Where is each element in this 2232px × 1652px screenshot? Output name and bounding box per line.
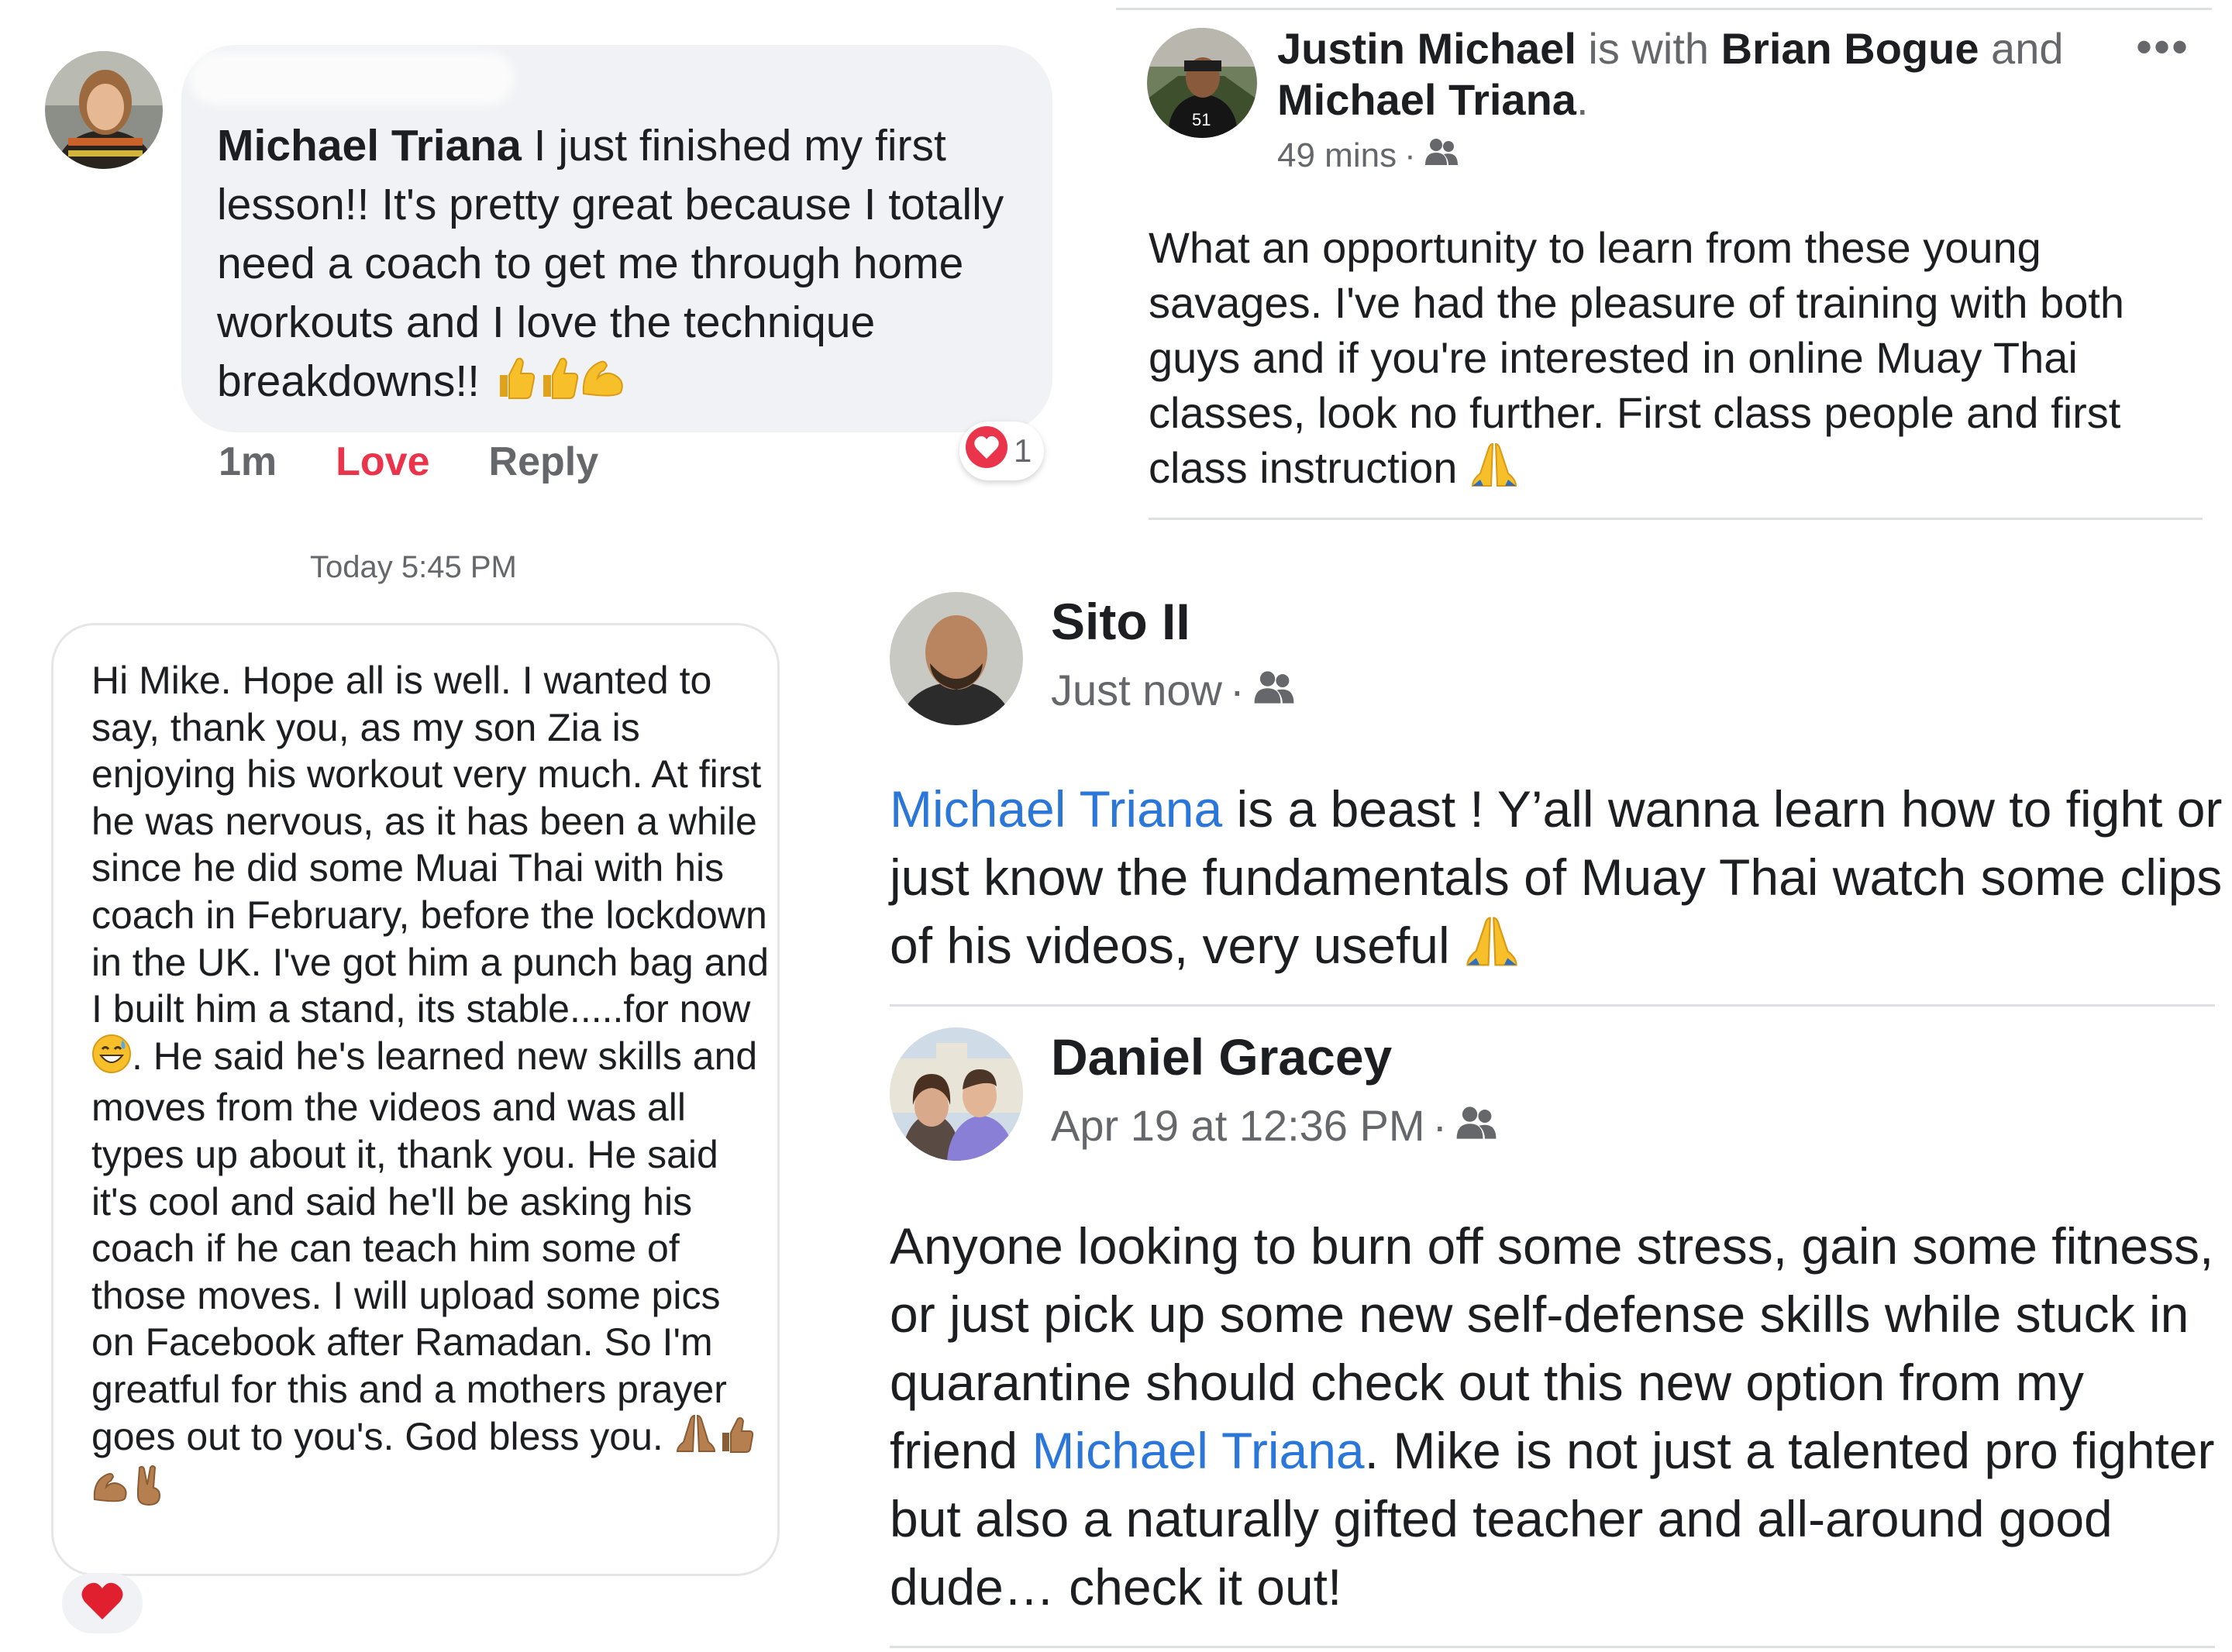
reaction-count: 1 [1014,432,1032,469]
victory-hand-icon [132,1464,166,1517]
justin-avatar[interactable]: 51 [1147,28,1257,138]
message-text: Hi Mike. Hope all is well. I wanted to s… [91,657,773,1517]
comment-time: 1m [219,439,277,484]
comment-actions: 1m Love Reply [219,439,598,485]
post-author[interactable]: Sito II [1051,592,1190,651]
friends-audience-icon[interactable] [1455,1100,1498,1151]
and-text: and [1979,24,2064,73]
divider [890,1646,2215,1648]
thumbs-up-icon [492,353,536,415]
post-meta: Just now · [1051,665,1296,715]
post-author[interactable]: Justin Michael [1277,24,1576,73]
separator-dot: · [1230,666,1245,714]
with-text: is with [1576,24,1721,73]
post-body: Anyone looking to burn off some stress, … [890,1212,2223,1621]
comment-text: Michael Triana I just finished my first … [217,116,1038,415]
period: . [1576,75,1589,124]
divider [1116,8,2212,10]
more-options-button[interactable]: ••• [2136,20,2189,74]
thumbs-up-icon [536,353,579,415]
folded-hands-icon [1469,441,1519,501]
redacted-name-area [189,51,515,105]
message-reaction[interactable] [62,1573,143,1633]
sito-avatar[interactable] [890,592,1023,725]
grinning-sweat-icon [91,1034,132,1085]
post-body: What an opportunity to learn from these … [1149,220,2218,501]
folded-hands-icon [674,1414,718,1465]
thumbs-up-icon [718,1414,755,1465]
svg-text:51: 51 [1192,110,1211,129]
folded-hands-icon [1464,914,1520,985]
comment-author[interactable]: Michael Triana [217,121,522,170]
mention-michael-triana[interactable]: Michael Triana [890,780,1222,838]
separator-dot: · [1404,136,1416,174]
friends-audience-icon[interactable] [1252,665,1296,715]
message-body-2: . He said he's learned new skills and mo… [91,1034,758,1458]
post-author[interactable]: Daniel Gracey [1051,1027,1392,1086]
daniel-avatar[interactable] [890,1027,1023,1161]
tagged-user-michael[interactable]: Michael Triana [1277,75,1576,124]
love-reaction-icon [964,425,1009,477]
flexed-biceps-icon [91,1467,132,1515]
flexed-biceps-icon [579,353,629,415]
divider [890,1004,2215,1007]
friends-audience-icon[interactable] [1424,136,1459,175]
reply-button[interactable]: Reply [489,439,599,485]
post-time[interactable]: Just now [1051,665,1222,715]
commenter-avatar[interactable] [45,51,163,169]
post-time[interactable]: 49 mins [1277,136,1397,175]
mention-michael-triana[interactable]: Michael Triana [1032,1422,1364,1479]
reaction-badge[interactable]: 1 [959,422,1045,480]
tagged-user-brian[interactable]: Brian Bogue [1721,24,1979,73]
post-meta: Apr 19 at 12:36 PM · [1051,1100,1498,1151]
post-meta: 49 mins · [1277,136,1459,175]
post-text: What an opportunity to learn from these … [1149,223,2125,492]
divider [1149,518,2203,520]
love-button[interactable]: Love [336,439,429,485]
message-timestamp: Today 5:45 PM [310,550,517,584]
post-body: Michael Triana is a beast ! Y’all wanna … [890,775,2223,985]
message-body: Hi Mike. Hope all is well. I wanted to s… [91,659,769,1031]
post-time[interactable]: Apr 19 at 12:36 PM [1051,1100,1425,1151]
separator-dot: · [1432,1101,1448,1150]
heart-icon [81,1582,124,1625]
post-header: Justin Michael is with Brian Bogue and M… [1277,23,2091,126]
